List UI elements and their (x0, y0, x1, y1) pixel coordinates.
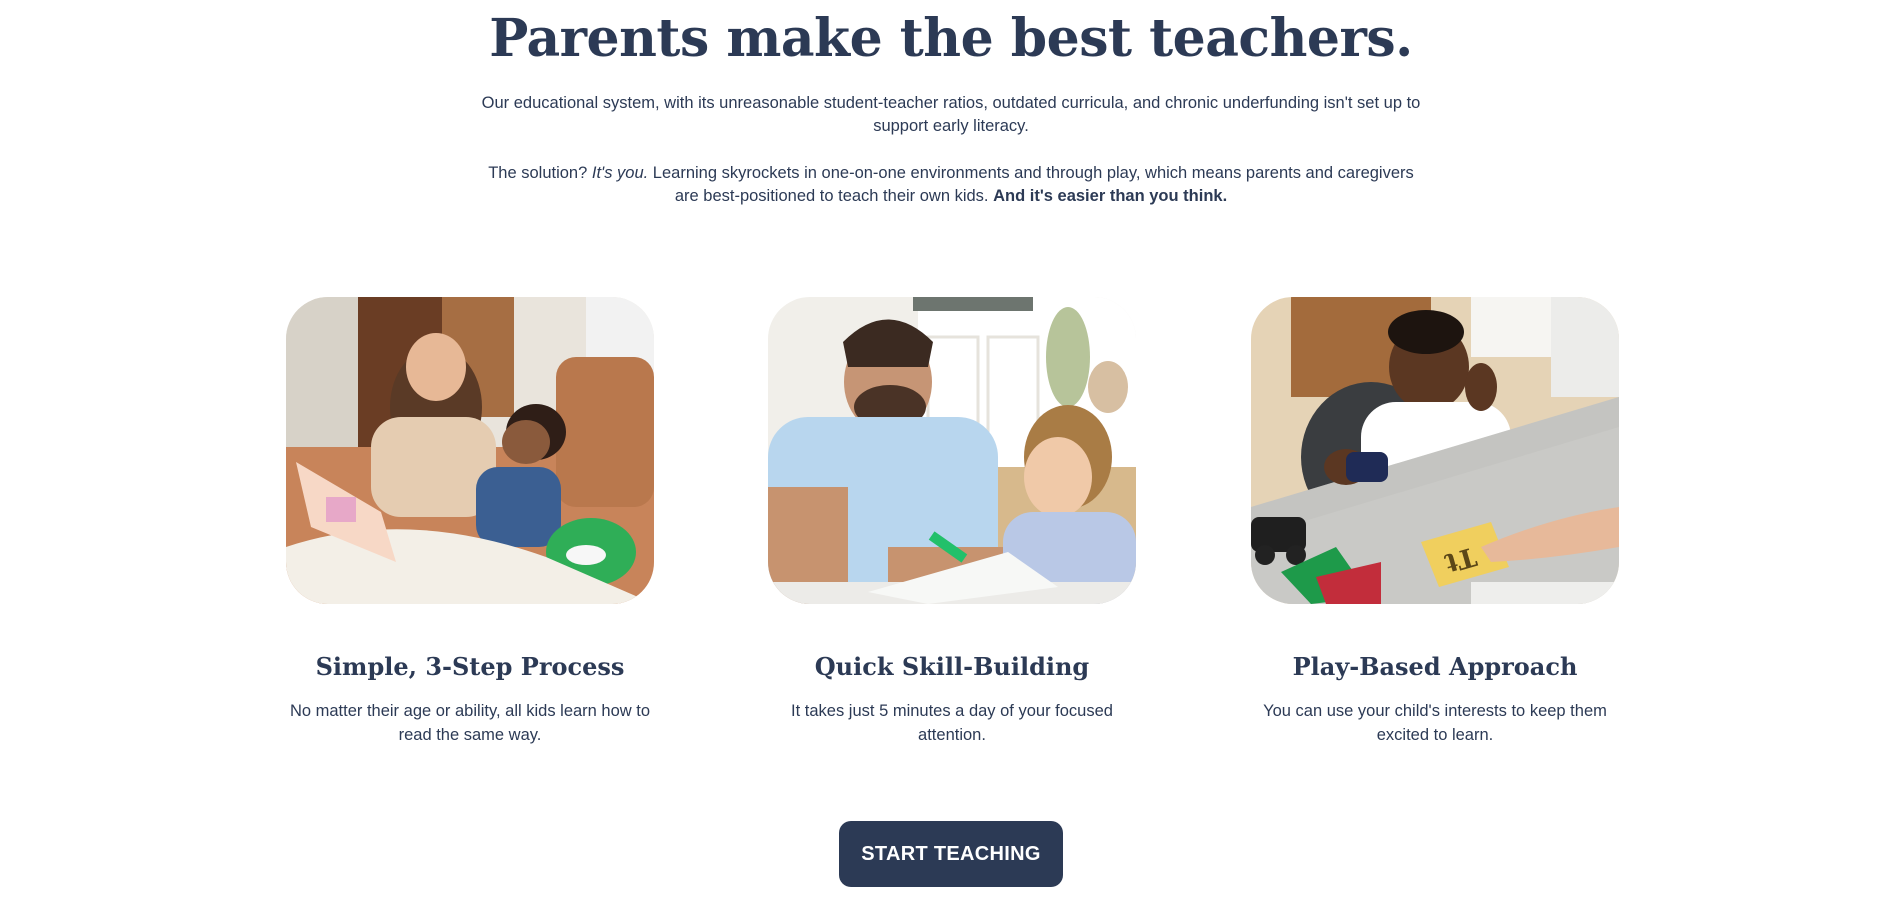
intro-paragraph-2: The solution? It's you. Learning skyrock… (480, 162, 1422, 208)
intro-easier-text: And it's easier than you think. (993, 187, 1228, 205)
father-writing-with-son-photo (768, 297, 1136, 604)
boy-playing-with-letter-card-photo: Tt (1251, 297, 1619, 604)
mother-reading-with-daughter-photo (286, 297, 654, 604)
feature-description: No matter their age or ability, all kids… (289, 702, 651, 744)
feature-description: It takes just 5 minutes a day of your fo… (791, 702, 1113, 744)
page-title: Parents make the best teachers. (489, 8, 1413, 69)
intro-solution-text: The solution? (488, 164, 592, 182)
feature-card-simple-process: Simple, 3-Step Process No matter their a… (286, 297, 654, 747)
feature-description: You can use your child's interests to ke… (1263, 702, 1607, 744)
intro-its-you-text: It's you. (591, 164, 649, 182)
feature-card-play-based: Tt Play-Based Approach You can use your … (1251, 297, 1619, 747)
feature-title: Play-Based Approach (1292, 652, 1578, 681)
start-teaching-button[interactable]: START TEACHING (839, 821, 1063, 887)
feature-title: Quick Skill-Building (814, 652, 1090, 681)
feature-title: Simple, 3-Step Process (315, 652, 625, 681)
feature-card-skill-building: Quick Skill-Building It takes just 5 min… (768, 297, 1136, 747)
intro-paragraph-1: Our educational system, with its unreaso… (481, 94, 1421, 135)
